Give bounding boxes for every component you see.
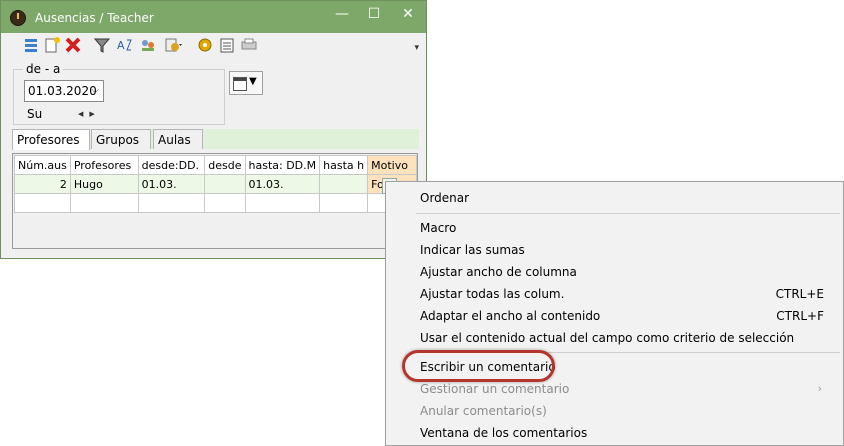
absences-window: Ausencias / Teacher — ☐ ✕ A ▾ de - a 01.…: [0, 0, 427, 259]
window-title: Ausencias / Teacher: [35, 11, 154, 25]
menu-item-fit-content[interactable]: Adaptar el ancho al contenido CTRL+F: [420, 306, 830, 326]
table-cell[interactable]: [319, 193, 369, 213]
column-header[interactable]: desde:DD.: [137, 155, 206, 175]
table-cell[interactable]: Hugo: [69, 174, 139, 194]
print-icon[interactable]: [240, 36, 258, 54]
table-header-row: Núm.aus Profesores desde:DD. desde hasta…: [14, 155, 417, 175]
table-cell[interactable]: [204, 193, 246, 213]
table-cell[interactable]: [69, 193, 139, 213]
table-cell[interactable]: 01.03.: [244, 174, 321, 194]
settings-icon[interactable]: [196, 36, 214, 54]
column-header[interactable]: Profesores: [69, 155, 139, 175]
table-cell[interactable]: [137, 193, 206, 213]
column-header[interactable]: desde: [204, 155, 246, 175]
menu-item-comments-window[interactable]: Ventana de los comentarios: [420, 423, 830, 443]
new-icon[interactable]: [43, 36, 61, 54]
table-cell[interactable]: [319, 174, 369, 194]
context-menu: Ordenar Macro Indicar las sumas Ajustar …: [385, 181, 844, 446]
date-value: 01.03.2020: [28, 84, 97, 98]
menu-item-manage-comment: Gestionar un comentario ›: [420, 379, 830, 399]
toolbar: A ▾: [2, 33, 425, 57]
tab-grupos[interactable]: Grupos (0): [91, 129, 151, 167]
table-cell[interactable]: 01.03.: [137, 174, 206, 194]
date-range-label: de - a: [23, 62, 64, 76]
tab-aulas[interactable]: Aulas (0): [153, 129, 203, 167]
column-header[interactable]: Núm.aus: [14, 155, 71, 175]
column-header[interactable]: hasta h: [319, 155, 369, 175]
tab-strip: Profesores (1) Grupos (0) Aulas (0): [12, 129, 419, 167]
submenu-arrow-icon: ›: [817, 382, 822, 395]
menu-item-show-sums[interactable]: Indicar las sumas: [420, 240, 830, 260]
day-label: Su: [27, 107, 43, 121]
absences-table: Núm.aus Profesores desde:DD. desde hasta…: [12, 153, 418, 249]
menu-item-sort[interactable]: Ordenar: [420, 188, 830, 208]
toolbar-overflow-icon[interactable]: ▾: [414, 43, 419, 53]
menu-item-cancel-comment: Anular comentario(s): [420, 404, 547, 418]
column-header[interactable]: Motivo: [367, 155, 417, 175]
table-row[interactable]: [14, 193, 417, 213]
menu-item-label: Gestionar un comentario: [420, 382, 570, 396]
filter-icon[interactable]: [93, 36, 111, 54]
menu-shortcut: CTRL+F: [776, 309, 824, 323]
title-bar[interactable]: Ausencias / Teacher — ☐ ✕: [1, 1, 426, 33]
list-icon[interactable]: [22, 36, 40, 54]
arrow-right-icon[interactable]: ▶: [89, 110, 100, 118]
menu-shortcut: CTRL+E: [775, 287, 824, 301]
date-field[interactable]: 01.03.2020 ⌵: [24, 80, 104, 102]
table-cell[interactable]: [14, 193, 71, 213]
table-cell[interactable]: 2: [14, 174, 71, 194]
calendar-dropdown-button[interactable]: ▼: [229, 71, 263, 95]
menu-item-fit-column[interactable]: Ajustar ancho de columna: [420, 262, 830, 282]
people-icon[interactable]: [139, 36, 157, 54]
date-range-group: de - a 01.03.2020 ⌵ Su ◀▶: [13, 62, 225, 125]
chevron-down-icon: ▼: [249, 76, 257, 87]
highlight-annotation: [402, 350, 555, 382]
delete-icon[interactable]: [64, 36, 82, 54]
svg-text:A: A: [117, 39, 125, 52]
column-header[interactable]: hasta: DD.M: [244, 155, 321, 175]
table-row[interactable]: 2 Hugo 01.03. 01.03. Fortb.: [14, 174, 417, 194]
sort-icon[interactable]: A: [116, 36, 134, 54]
menu-item-macro[interactable]: Macro: [420, 218, 830, 238]
menu-item-label: Adaptar el ancho al contenido: [420, 309, 601, 323]
table-cell[interactable]: [204, 174, 246, 194]
calendar-sheet-icon[interactable]: [218, 36, 236, 54]
minimize-button[interactable]: —: [327, 4, 357, 24]
menu-item-use-as-criteria[interactable]: Usar el contenido actual del campo como …: [420, 328, 830, 348]
gear-dropdown-icon[interactable]: [164, 36, 182, 54]
chevron-down-icon[interactable]: ⌵: [91, 81, 99, 101]
menu-item-label: Ajustar todas las colum.: [420, 287, 565, 301]
date-spinner[interactable]: ◀▶: [78, 110, 101, 118]
clock-app-icon: [10, 10, 26, 26]
calendar-icon: [233, 77, 247, 91]
close-button[interactable]: ✕: [393, 4, 423, 24]
arrow-left-icon[interactable]: ◀: [78, 110, 89, 118]
tab-profesores[interactable]: Profesores (1): [12, 129, 90, 167]
table-cell[interactable]: [244, 193, 321, 213]
maximize-button[interactable]: ☐: [359, 4, 389, 24]
menu-item-fit-all-columns[interactable]: Ajustar todas las colum. CTRL+E: [420, 284, 830, 304]
menu-separator: [416, 213, 840, 214]
